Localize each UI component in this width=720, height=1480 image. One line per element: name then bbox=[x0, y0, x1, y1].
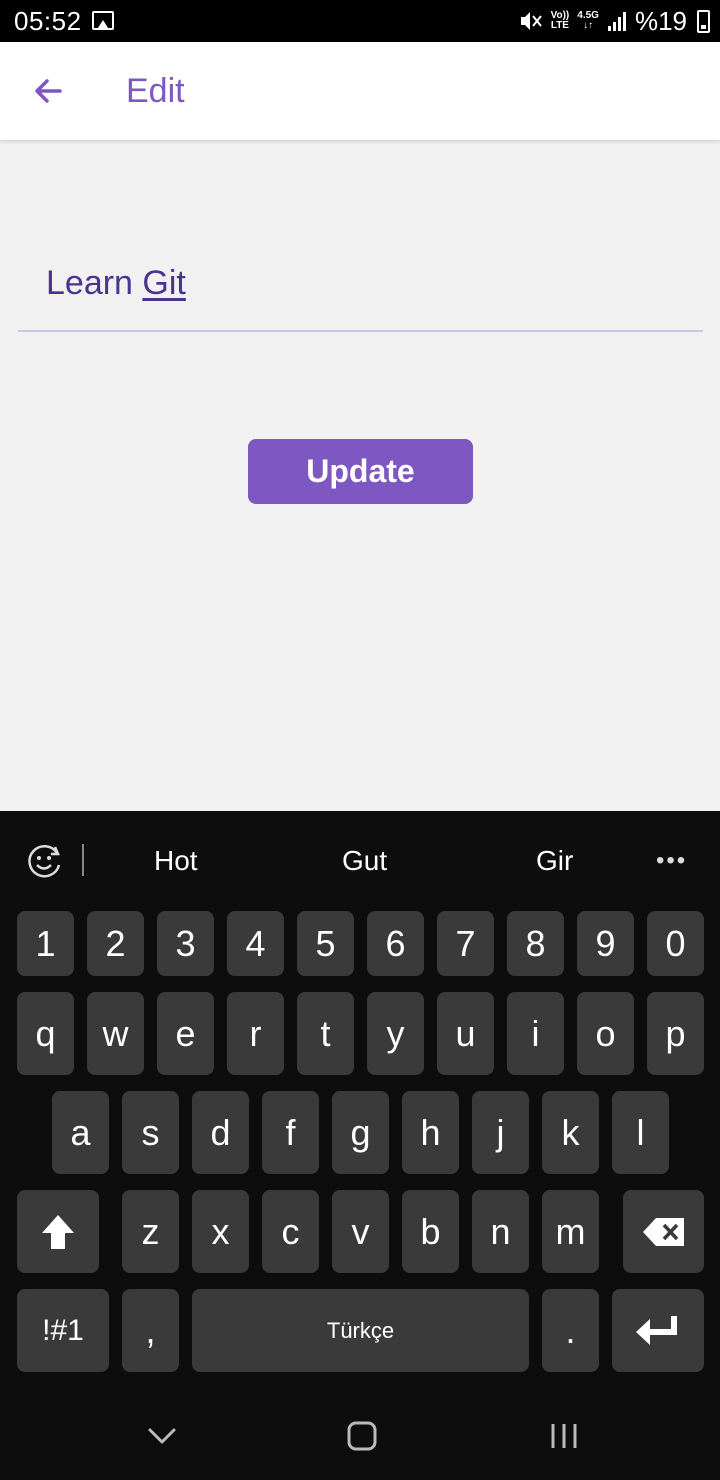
emoji-icon[interactable] bbox=[24, 841, 64, 881]
suggestion-divider bbox=[82, 844, 84, 876]
page-title: Edit bbox=[126, 72, 185, 110]
update-button[interactable]: Update bbox=[248, 439, 473, 504]
key-g[interactable]: g bbox=[332, 1091, 389, 1174]
space-key[interactable]: Türkçe bbox=[192, 1289, 529, 1372]
enter-icon bbox=[636, 1315, 677, 1345]
key-i[interactable]: i bbox=[507, 992, 564, 1075]
key-h[interactable]: h bbox=[402, 1091, 459, 1174]
suggestion-1[interactable]: Hot bbox=[154, 845, 198, 877]
suggestion-2[interactable]: Gut bbox=[342, 845, 387, 877]
key-3[interactable]: 3 bbox=[157, 911, 214, 976]
suggestion-3[interactable]: Gir bbox=[536, 845, 573, 877]
mute-icon bbox=[519, 10, 543, 32]
key-a[interactable]: a bbox=[52, 1091, 109, 1174]
key-r[interactable]: r bbox=[227, 992, 284, 1075]
key-n[interactable]: n bbox=[472, 1190, 529, 1273]
back-button[interactable] bbox=[26, 70, 72, 112]
key-1[interactable]: 1 bbox=[17, 911, 74, 976]
key-w[interactable]: w bbox=[87, 992, 144, 1075]
recent-apps-button[interactable] bbox=[539, 1417, 589, 1457]
key-5[interactable]: 5 bbox=[297, 911, 354, 976]
key-b[interactable]: b bbox=[402, 1190, 459, 1273]
gallery-notification-icon bbox=[92, 11, 114, 30]
key-m[interactable]: m bbox=[542, 1190, 599, 1273]
key-f[interactable]: f bbox=[262, 1091, 319, 1174]
composing-word: Git bbox=[142, 264, 186, 302]
hide-keyboard-button[interactable] bbox=[137, 1417, 187, 1457]
key-p[interactable]: p bbox=[647, 992, 704, 1075]
app-bar: Edit bbox=[0, 42, 720, 140]
period-key[interactable]: . bbox=[542, 1289, 599, 1372]
key-6[interactable]: 6 bbox=[367, 911, 424, 976]
key-y[interactable]: y bbox=[367, 992, 424, 1075]
comma-key[interactable]: , bbox=[122, 1289, 179, 1372]
key-k[interactable]: k bbox=[542, 1091, 599, 1174]
navigation-bar bbox=[0, 1397, 720, 1480]
backspace-icon bbox=[642, 1217, 684, 1246]
signal-icon bbox=[607, 10, 627, 32]
key-j[interactable]: j bbox=[472, 1091, 529, 1174]
soft-keyboard: Hot Gut Gir ••• 1 2 3 4 5 6 7 8 9 0 q w … bbox=[0, 811, 720, 1397]
status-bar: 05:52 Vo)) LTE 4.5G ↓↑ %19 bbox=[0, 0, 720, 42]
key-o[interactable]: o bbox=[577, 992, 634, 1075]
key-u[interactable]: u bbox=[437, 992, 494, 1075]
home-button[interactable] bbox=[337, 1417, 387, 1457]
key-2[interactable]: 2 bbox=[87, 911, 144, 976]
key-8[interactable]: 8 bbox=[507, 911, 564, 976]
home-icon bbox=[347, 1421, 377, 1451]
key-l[interactable]: l bbox=[612, 1091, 669, 1174]
key-0[interactable]: 0 bbox=[647, 911, 704, 976]
shift-key[interactable] bbox=[17, 1190, 99, 1273]
symbols-key[interactable]: !#1 bbox=[17, 1289, 109, 1372]
more-options-icon[interactable]: ••• bbox=[656, 847, 687, 875]
key-9[interactable]: 9 bbox=[577, 911, 634, 976]
key-e[interactable]: e bbox=[157, 992, 214, 1075]
enter-key[interactable] bbox=[612, 1289, 704, 1372]
volte-indicator: Vo)) LTE bbox=[550, 10, 570, 31]
key-s[interactable]: s bbox=[122, 1091, 179, 1174]
key-t[interactable]: t bbox=[297, 992, 354, 1075]
shift-icon bbox=[42, 1214, 74, 1249]
suggestion-bar: Hot Gut Gir ••• bbox=[0, 811, 720, 911]
key-v[interactable]: v bbox=[332, 1190, 389, 1273]
backspace-key[interactable] bbox=[623, 1190, 704, 1273]
key-q[interactable]: q bbox=[17, 992, 74, 1075]
key-c[interactable]: c bbox=[262, 1190, 319, 1273]
key-z[interactable]: z bbox=[122, 1190, 179, 1273]
status-icons: Vo)) LTE 4.5G ↓↑ %19 bbox=[519, 5, 710, 37]
key-7[interactable]: 7 bbox=[437, 911, 494, 976]
recent-apps-icon bbox=[551, 1424, 577, 1448]
battery-icon bbox=[697, 9, 710, 33]
task-text-value[interactable]: Learn Git bbox=[46, 264, 186, 303]
arrow-left-icon bbox=[35, 79, 62, 103]
chevron-down-icon bbox=[148, 1428, 176, 1444]
key-x[interactable]: x bbox=[192, 1190, 249, 1273]
task-text-field[interactable]: Learn Git bbox=[18, 250, 703, 332]
status-time: 05:52 bbox=[14, 6, 82, 36]
key-d[interactable]: d bbox=[192, 1091, 249, 1174]
battery-percentage: %19 bbox=[634, 5, 687, 36]
network-speed-indicator: 4.5G ↓↑ bbox=[577, 10, 599, 31]
key-4[interactable]: 4 bbox=[227, 911, 284, 976]
